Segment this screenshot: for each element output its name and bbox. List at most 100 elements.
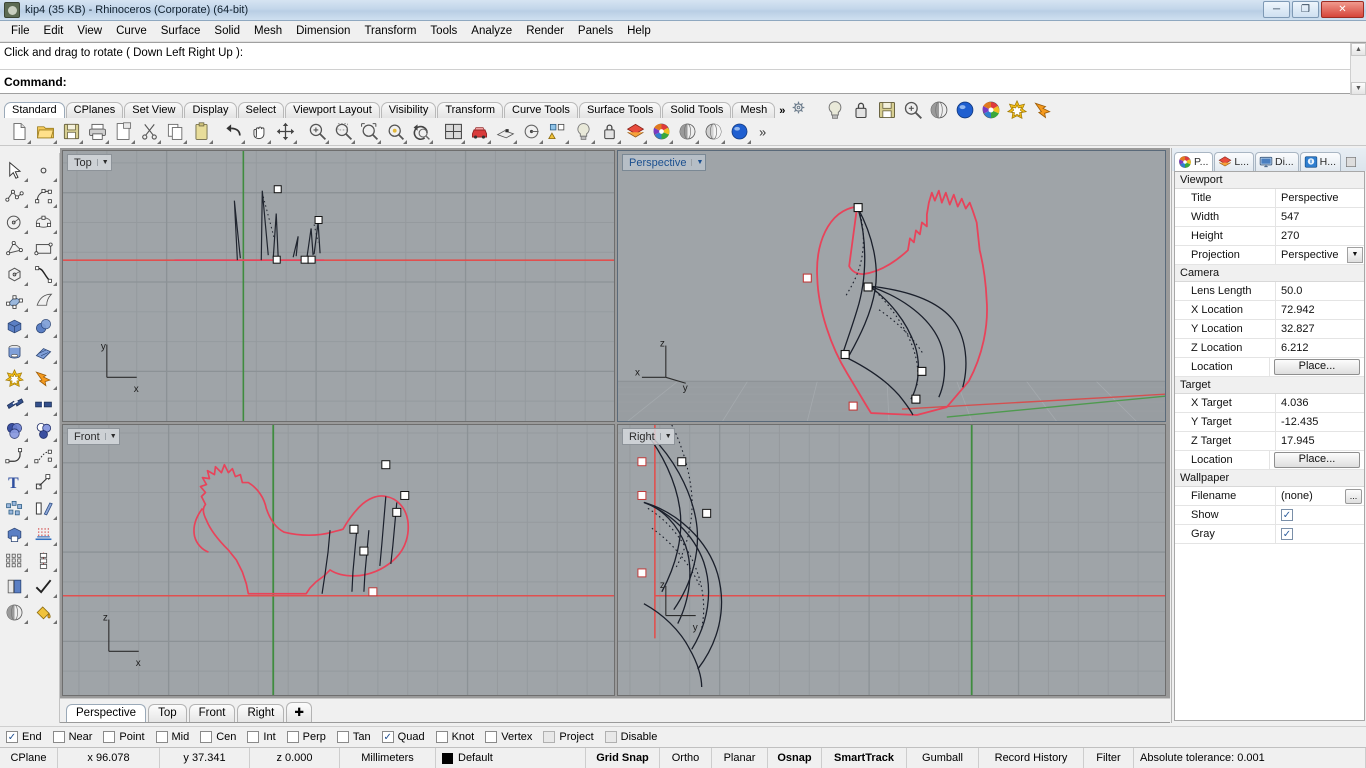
- viewport-label-right[interactable]: Right ▼: [622, 428, 675, 445]
- osnap-checkbox-perp[interactable]: [286, 731, 299, 743]
- chevron-down-icon[interactable]: ▼: [1347, 246, 1363, 263]
- toolbar-tab-display[interactable]: Display: [184, 102, 237, 118]
- osnap-disable[interactable]: Disable: [604, 731, 657, 743]
- flyout-corner-icon[interactable]: [27, 139, 31, 144]
- minimize-button[interactable]: ─: [1263, 1, 1290, 18]
- osnap-mid[interactable]: Mid: [155, 731, 189, 743]
- shaded-view-icon[interactable]: [926, 95, 952, 125]
- lock-icon[interactable]: [848, 95, 874, 125]
- menu-item-panels[interactable]: Panels: [571, 23, 620, 39]
- cplane-cell[interactable]: CPlane: [0, 748, 58, 768]
- menu-item-solid[interactable]: Solid: [207, 23, 247, 39]
- property-value-show[interactable]: ✓: [1275, 505, 1364, 525]
- flyout-corner-icon[interactable]: [429, 139, 433, 144]
- osnap-toggle[interactable]: Osnap: [768, 748, 822, 768]
- flyout-corner-icon[interactable]: [325, 139, 329, 144]
- undo-icon[interactable]: [220, 119, 246, 145]
- osnap-int[interactable]: Int: [247, 731, 276, 743]
- flyout-corner-icon[interactable]: [24, 360, 28, 364]
- toolbar-tab-transform[interactable]: Transform: [437, 102, 504, 118]
- flyout-corner-icon[interactable]: [24, 412, 28, 416]
- scroll-track[interactable]: [1351, 56, 1366, 82]
- flyout-corner-icon[interactable]: [24, 282, 28, 286]
- flyout-corner-icon[interactable]: [53, 282, 57, 286]
- gear-icon[interactable]: [789, 100, 808, 118]
- help-tab[interactable]: H...: [1299, 152, 1342, 171]
- flyout-corner-icon[interactable]: [53, 594, 57, 598]
- copy-to-clipboard-icon[interactable]: [110, 119, 136, 145]
- toolbar-tab-surface-tools[interactable]: Surface Tools: [578, 102, 662, 118]
- viewport-top[interactable]: y x Top ▼: [62, 150, 615, 422]
- chevron-down-icon[interactable]: ▼: [691, 159, 703, 166]
- flyout-corner-icon[interactable]: [24, 542, 28, 546]
- menu-item-dimension[interactable]: Dimension: [289, 23, 357, 39]
- color-wheel-icon[interactable]: [648, 119, 674, 145]
- box-icon[interactable]: [0, 313, 29, 339]
- four-viewport-icon[interactable]: [440, 119, 466, 145]
- osnap-checkbox-near[interactable]: [52, 731, 65, 743]
- checkbox-gray[interactable]: ✓: [1281, 528, 1293, 540]
- osnap-checkbox-quad[interactable]: ✓: [381, 731, 394, 743]
- flyout-corner-icon[interactable]: [53, 139, 57, 144]
- flyout-corner-icon[interactable]: [53, 204, 57, 208]
- zoom-extents-small-icon[interactable]: [900, 95, 926, 125]
- osnap-near[interactable]: Near: [52, 731, 92, 743]
- flyout-corner-icon[interactable]: [591, 139, 595, 144]
- property-value-location[interactable]: Place...: [1269, 357, 1364, 377]
- planar-toggle[interactable]: Planar: [712, 748, 768, 768]
- boolean-union-icon[interactable]: [0, 417, 29, 443]
- flyout-corner-icon[interactable]: [513, 139, 517, 144]
- move-icon[interactable]: [272, 119, 298, 145]
- flyout-corner-icon[interactable]: [24, 386, 28, 390]
- osnap-checkbox-point[interactable]: [103, 731, 116, 743]
- select-arrow-icon[interactable]: [0, 157, 29, 183]
- flyout-corner-icon[interactable]: [267, 139, 271, 144]
- osnap-checkbox-int[interactable]: [247, 731, 260, 743]
- property-value-location[interactable]: Place...: [1269, 450, 1364, 470]
- flyout-corner-icon[interactable]: [53, 256, 57, 260]
- flyout-corner-icon[interactable]: [24, 256, 28, 260]
- circle-icon[interactable]: [0, 209, 29, 235]
- maximize-button[interactable]: ❐: [1292, 1, 1319, 18]
- viewport-label-top[interactable]: Top ▼: [67, 154, 112, 171]
- toolbar-tab-viewport-layout[interactable]: Viewport Layout: [285, 102, 380, 118]
- flyout-corner-icon[interactable]: [53, 438, 57, 442]
- named-view-icon[interactable]: [466, 119, 492, 145]
- boolean-difference-icon[interactable]: [29, 417, 58, 443]
- move-object-icon[interactable]: [29, 469, 58, 495]
- flyout-corner-icon[interactable]: [53, 542, 57, 546]
- flyout-corner-icon[interactable]: [461, 139, 465, 144]
- zoom-previous-icon[interactable]: [408, 119, 434, 145]
- toolbar-tab-solid-tools[interactable]: Solid Tools: [662, 102, 732, 118]
- flyout-corner-icon[interactable]: [24, 620, 28, 624]
- contour-icon[interactable]: [29, 521, 58, 547]
- polygon-icon[interactable]: [0, 261, 29, 287]
- arc-icon[interactable]: [0, 235, 29, 261]
- y-coordinate[interactable]: y 37.341: [160, 748, 250, 768]
- command-input[interactable]: [68, 74, 1348, 90]
- units-cell[interactable]: Millimeters: [340, 748, 436, 768]
- viewport-front[interactable]: z x Front ▼: [62, 424, 615, 696]
- flyout-corner-icon[interactable]: [539, 139, 543, 144]
- flyout-corner-icon[interactable]: [53, 620, 57, 624]
- flyout-corner-icon[interactable]: [695, 139, 699, 144]
- close-button[interactable]: ✕: [1321, 1, 1364, 18]
- fillet-icon[interactable]: [0, 443, 29, 469]
- flyout-corner-icon[interactable]: [53, 490, 57, 494]
- flyout-corner-icon[interactable]: [157, 139, 161, 144]
- osnap-knot[interactable]: Knot: [435, 731, 474, 743]
- array-icon[interactable]: [0, 547, 29, 573]
- toolbar-tab-mesh[interactable]: Mesh: [732, 102, 776, 118]
- copy-icon[interactable]: [162, 119, 188, 145]
- flyout-corner-icon[interactable]: [53, 464, 57, 468]
- point-icon[interactable]: [29, 157, 58, 183]
- group-icon[interactable]: [544, 119, 570, 145]
- toolbar-tab-cplanes[interactable]: CPlanes: [65, 102, 124, 118]
- layers-tab[interactable]: L...: [1214, 152, 1254, 171]
- zoom-extents-icon[interactable]: [356, 119, 382, 145]
- new-file-icon[interactable]: [6, 119, 32, 145]
- layer-panel-icon[interactable]: [0, 573, 29, 599]
- split-icon[interactable]: [29, 391, 58, 417]
- rendered-view-icon[interactable]: [952, 95, 978, 125]
- flyout-corner-icon[interactable]: [24, 594, 28, 598]
